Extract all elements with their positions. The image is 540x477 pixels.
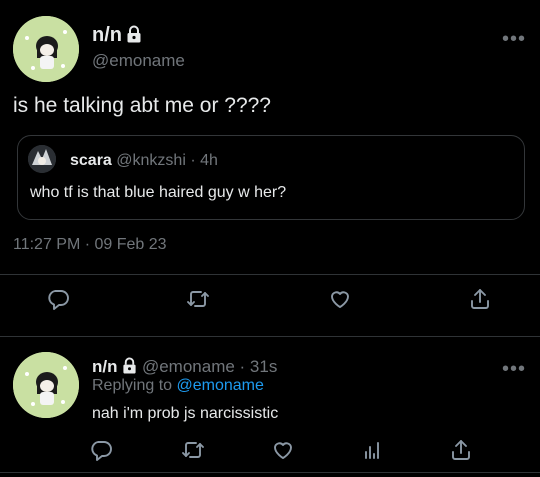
more-icon[interactable]: ••• xyxy=(502,28,526,51)
like-icon[interactable] xyxy=(271,438,301,468)
quoted-author-meta: @knkzshi · 4h xyxy=(116,152,218,169)
divider xyxy=(0,336,540,337)
author-name-row: n/n xyxy=(92,24,142,48)
quoted-tweet-card[interactable] xyxy=(17,135,525,220)
tweet-timestamp[interactable]: 11:27 PM · 09 Feb 23 xyxy=(13,236,167,254)
replying-to: Replying to @emoname xyxy=(92,377,264,395)
reply-author-row: n/n @emoname · 31s xyxy=(92,357,277,379)
quoted-author-name: scara xyxy=(70,152,112,169)
reply-text: nah i'm prob js narcissistic xyxy=(92,405,279,422)
reply-icon[interactable] xyxy=(46,287,76,317)
quoted-author-avatar xyxy=(28,145,56,173)
replying-to-label: Replying to xyxy=(92,377,173,394)
analytics-icon[interactable] xyxy=(360,438,390,468)
replying-to-handle[interactable]: @emoname xyxy=(177,377,264,394)
quoted-author: scara @knkzshi · 4h xyxy=(70,152,218,170)
like-icon[interactable] xyxy=(328,287,358,317)
retweet-icon[interactable] xyxy=(181,438,211,468)
retweet-icon[interactable] xyxy=(186,287,216,317)
quoted-tweet-text: who tf is that blue haired guy w her? xyxy=(30,184,287,201)
reply-icon[interactable] xyxy=(89,438,119,468)
share-icon[interactable] xyxy=(449,438,479,468)
divider xyxy=(0,274,540,275)
divider xyxy=(0,472,540,473)
more-icon[interactable]: ••• xyxy=(502,358,526,381)
tweet-text: is he talking abt me or ???? xyxy=(13,94,271,117)
reply-author-avatar[interactable] xyxy=(13,352,79,418)
author-handle[interactable]: @emoname xyxy=(92,51,185,71)
share-icon[interactable] xyxy=(468,287,498,317)
author-name[interactable]: n/n xyxy=(92,24,122,46)
lock-icon xyxy=(126,25,142,48)
reply-author-meta: @emoname · 31s xyxy=(141,357,278,376)
lock-icon xyxy=(122,357,137,379)
reply-author-name[interactable]: n/n xyxy=(92,357,118,376)
author-avatar[interactable] xyxy=(13,16,79,82)
